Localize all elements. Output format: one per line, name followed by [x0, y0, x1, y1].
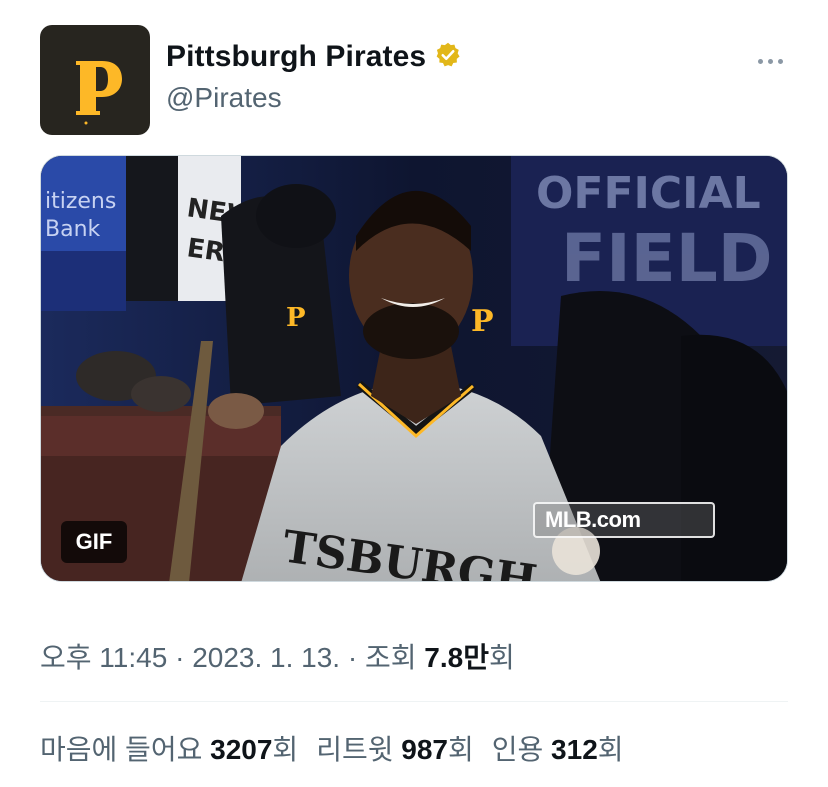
divider: [40, 701, 788, 702]
quotes-label: 인용: [491, 734, 552, 765]
tweet-time[interactable]: 오후 11:45: [40, 642, 167, 673]
engagement-stats: 마음에 들어요 3207회 리트윗 987회 인용 312회: [40, 728, 624, 768]
seated-player-logo: P: [286, 303, 306, 333]
verified-badge-icon[interactable]: [434, 41, 462, 74]
likes-suffix: 회: [272, 734, 299, 765]
views-label: 조회: [364, 642, 425, 673]
views-count: 7.8만: [424, 642, 489, 673]
handle[interactable]: @Pirates: [166, 82, 282, 114]
dot: [777, 58, 783, 64]
quotes-count: 312: [551, 734, 598, 765]
views-suffix: 회: [488, 642, 515, 673]
retweets-count: 987: [401, 734, 448, 765]
retweets-stat[interactable]: 리트윗 987회: [316, 734, 474, 765]
tweet-date[interactable]: 2023. 1. 13.: [192, 642, 340, 673]
more-options-icon[interactable]: [750, 50, 790, 72]
likes-label: 마음에 들어요: [40, 734, 211, 765]
quotes-stat[interactable]: 인용 312회: [492, 734, 624, 765]
banner-bank-text: Bank: [45, 217, 101, 242]
dot: [757, 58, 763, 64]
likes-count: 3207: [210, 734, 273, 765]
gif-media[interactable]: itizens Bank NEW ERA OFFICIAL FIELD LB: [40, 155, 788, 582]
separator: ·: [167, 642, 193, 673]
retweets-suffix: 회: [447, 734, 474, 765]
likes-stat[interactable]: 마음에 들어요 3207회: [40, 734, 298, 765]
mlb-watermark: MLB.com: [533, 502, 715, 538]
retweets-label: 리트윗: [316, 734, 402, 765]
helmet-logo: P: [471, 304, 494, 339]
gif-badge: GIF: [61, 521, 127, 563]
tweet-meta: 오후 11:45 · 2023. 1. 13. · 조회 7.8만회: [40, 636, 515, 676]
dot: [767, 58, 773, 64]
avatar[interactable]: [40, 25, 150, 135]
name-row: Pittsburgh Pirates: [166, 40, 462, 74]
banner-official-text: OFFICIAL: [536, 168, 761, 219]
pirates-p-logo-icon: [76, 61, 122, 125]
display-name[interactable]: Pittsburgh Pirates: [166, 40, 426, 74]
separator: ·: [340, 642, 365, 673]
banner-field-text: FIELD: [561, 220, 773, 297]
banner-citizens-text: itizens: [45, 189, 116, 214]
quotes-suffix: 회: [597, 734, 624, 765]
